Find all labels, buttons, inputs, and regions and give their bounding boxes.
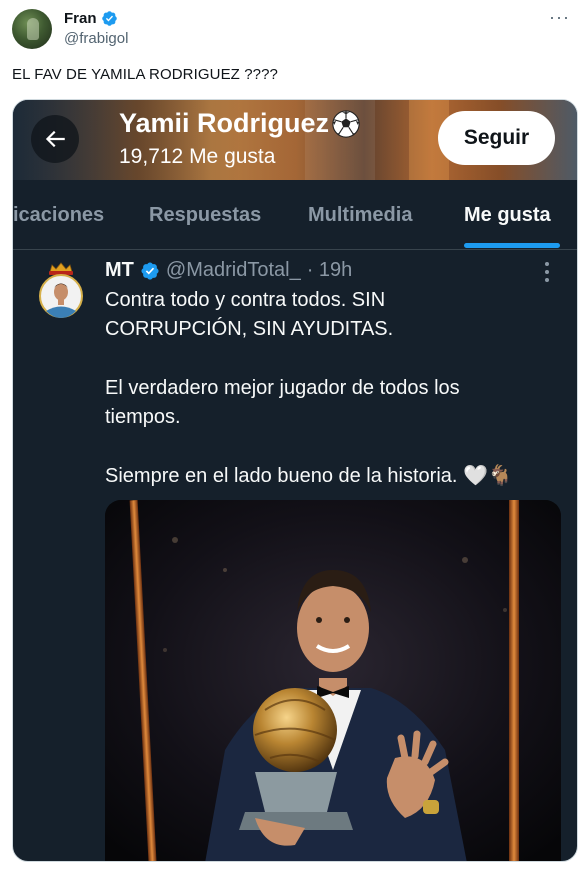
verified-badge-icon [101, 11, 117, 26]
profile-tabs: icaciones Respuestas Multimedia Me gusta [13, 180, 577, 250]
tweet-photo[interactable] [105, 500, 561, 861]
inner-author-name[interactable]: MT [105, 259, 134, 282]
more-options-icon[interactable] [544, 262, 550, 284]
back-arrow-icon [45, 130, 65, 148]
inner-tweet-line: Contra todo y contra todos. SIN [105, 289, 386, 311]
inner-tweet-line: El verdadero mejor jugador de todos los [105, 377, 460, 399]
inner-tweet-line: tiempos. [105, 406, 181, 428]
ballon-dor-photo [105, 500, 561, 861]
tab-me-gusta[interactable]: Me gusta [464, 204, 551, 227]
inner-author-handle[interactable]: @MadridTotal_ [166, 259, 301, 282]
tweet-text: EL FAV DE YAMILA RODRIGUEZ ???? [12, 66, 278, 83]
profile-display-name: Yamii Rodriguez [119, 108, 330, 138]
inner-tweet-line: Siempre en el lado bueno de la historia.… [105, 465, 513, 487]
author-avatar[interactable] [12, 9, 52, 49]
follow-button[interactable]: Seguir [438, 111, 555, 165]
tab-respuestas[interactable]: Respuestas [149, 204, 261, 227]
tab-publicaciones[interactable]: icaciones [13, 204, 104, 227]
author-handle[interactable]: @frabigol [64, 30, 128, 47]
author-name[interactable]: Fran [64, 10, 97, 27]
outer-tweet-header: Fran @frabigol ··· [12, 8, 574, 50]
more-options-icon[interactable]: ··· [549, 8, 570, 26]
embedded-screenshot: Yamii Rodriguez 19,712 Me gusta Seguir i… [12, 99, 578, 862]
back-button[interactable] [31, 115, 79, 163]
inner-tweet-author-row: MT @MadridTotal_ · 19h [105, 259, 352, 282]
inner-tweet-line: CORRUPCIÓN, SIN AYUDITAS. [105, 318, 394, 340]
profile-likes-count: 19,712 Me gusta [119, 145, 276, 168]
inner-tweet-time[interactable]: · 19h [307, 259, 353, 282]
verified-badge-icon [141, 261, 159, 280]
tab-multimedia[interactable]: Multimedia [308, 204, 412, 227]
profile-name-row: Yamii Rodriguez [119, 108, 361, 139]
author-name-row: Fran [64, 10, 118, 27]
active-tab-indicator [464, 243, 560, 248]
soccer-ball-icon [332, 109, 360, 138]
madrid-total-avatar[interactable] [38, 262, 84, 320]
